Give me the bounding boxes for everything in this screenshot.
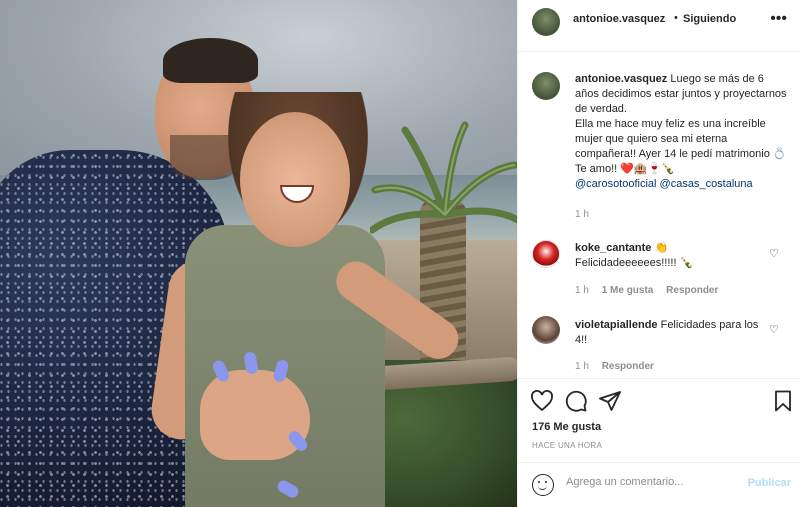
comment-input[interactable] xyxy=(566,476,736,488)
commenter-avatar[interactable] xyxy=(532,240,560,268)
comment-meta: 1 h 1 Me gusta Responder xyxy=(575,285,718,296)
comment-text: koke_cantante 👏 Felicidadeeeeees!!!!! 🍾 xyxy=(575,241,770,271)
commenter-avatar[interactable] xyxy=(532,316,560,344)
comment-meta: 1 h Responder xyxy=(575,361,654,372)
comment-time[interactable]: 1 h xyxy=(575,361,589,372)
comment-text: violetapiallende Felicidades para los 4!… xyxy=(575,318,770,348)
comment-likes[interactable]: 1 Me gusta xyxy=(602,285,654,296)
caption-time[interactable]: 1 h xyxy=(575,209,589,220)
bookmark-icon[interactable] xyxy=(771,389,795,413)
following-button[interactable]: Siguiendo xyxy=(683,13,736,25)
comment-time[interactable]: 1 h xyxy=(575,285,589,296)
comment-icon[interactable] xyxy=(564,389,588,413)
emoji-icon[interactable] xyxy=(532,474,554,496)
caption-text: antonioe.vasquez Luego se más de 6 años … xyxy=(575,72,790,192)
author-avatar[interactable] xyxy=(532,8,560,36)
post-side-panel: antonioe.vasquez • Siguiendo ••• antonio… xyxy=(517,0,800,507)
mention-link[interactable]: @carosotooficial xyxy=(575,178,656,190)
ring-hand xyxy=(200,370,310,460)
man-hair xyxy=(163,38,258,83)
heart-icon[interactable] xyxy=(530,389,554,413)
comment-like-icon[interactable]: ♡ xyxy=(769,247,779,260)
author-username[interactable]: antonioe.vasquez xyxy=(573,13,665,25)
post-photo[interactable] xyxy=(0,0,517,507)
post-timestamp: HACE UNA HORA xyxy=(532,441,603,450)
reply-button[interactable]: Responder xyxy=(666,285,718,296)
comment-like-icon[interactable]: ♡ xyxy=(769,323,779,336)
share-icon[interactable] xyxy=(598,389,622,413)
mention-link[interactable]: @casas_costaluna xyxy=(660,178,753,190)
post-header: antonioe.vasquez • Siguiendo ••• xyxy=(518,0,800,52)
caption-avatar[interactable] xyxy=(532,72,560,100)
woman-head xyxy=(240,112,350,247)
comment-username[interactable]: violetapiallende xyxy=(575,319,658,331)
publish-button[interactable]: Publicar xyxy=(748,477,791,489)
separator-dot: • xyxy=(674,12,678,24)
palm-leaves xyxy=(370,121,517,234)
comment-username[interactable]: koke_cantante xyxy=(575,242,651,254)
post-actions: 176 Me gusta HACE UNA HORA xyxy=(518,378,800,468)
reply-button[interactable]: Responder xyxy=(602,361,654,372)
ellipsis-icon[interactable]: ••• xyxy=(770,10,787,28)
likes-count[interactable]: 176 Me gusta xyxy=(532,421,601,433)
add-comment-bar: Publicar xyxy=(518,462,800,507)
caption-body-2: Ella me hace muy feliz es una increíble … xyxy=(575,118,787,175)
caption-username[interactable]: antonioe.vasquez xyxy=(575,73,667,85)
